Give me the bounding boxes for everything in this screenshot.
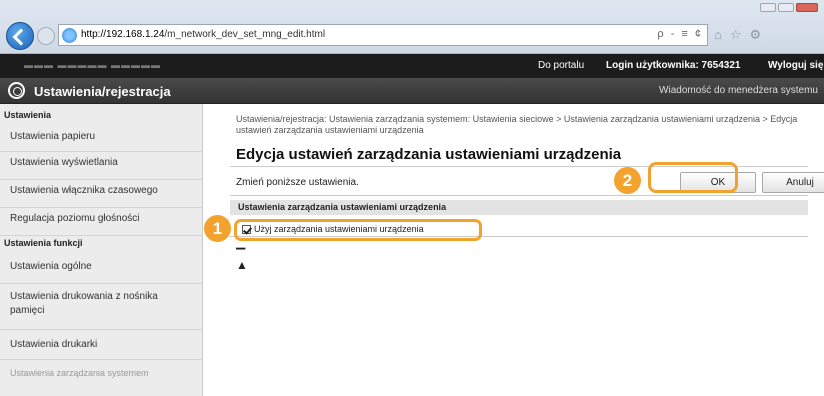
ie-logo-icon [62,28,77,43]
breadcrumb: Ustawienia/rejestracja: Ustawienia zarzą… [236,114,798,135]
sidebar: Ustawienia Ustawienia papieru Ustawienia… [0,104,203,396]
minimize-button[interactable] [760,3,776,12]
sidebar-item-display[interactable]: Ustawienia wyświetlania [0,156,203,180]
top-bar: ▬▬▬ ▬▬▬▬▬ ▬▬▬▬▬ Do portalu Login użytkow… [0,54,824,78]
address-bar[interactable]: http://192.168.1.24/m_network_dev_set_mn… [58,24,708,46]
sidebar-section-functions: Ustawienia funkcji [4,238,83,248]
close-button[interactable] [796,3,818,12]
sidebar-section-system[interactable]: Ustawienia zarządzania systemem [0,366,203,382]
instruction-text: Zmień poniższe ustawienia. [236,177,359,188]
settings-gear-icon[interactable]: ⚙ [750,27,762,43]
url-text: http://192.168.1.24/m_network_dev_set_mn… [81,29,326,40]
home-icon[interactable]: ⌂ [714,27,722,43]
login-user-text: Login użytkownika: 7654321 [606,60,741,71]
sidebar-item-paper[interactable]: Ustawienia papieru [0,130,203,152]
sidebar-item-timer[interactable]: Ustawienia włącznika czasowego [0,184,203,208]
address-tools[interactable]: ρ - ≡ ¢ [657,28,703,40]
ok-highlight-ring [648,162,738,193]
callout-badge-1: 1 [204,215,231,242]
page-section-title: Ustawienia/rejestracja [34,84,171,99]
forward-arrow-icon[interactable] [37,27,55,45]
page-title: Edycja ustawień zarządzania ustawieniami… [236,146,622,163]
callout-badge-2: 2 [614,167,641,194]
sidebar-item-general[interactable]: Ustawienia ogólne [0,260,203,284]
checkbox-label[interactable]: Użyj zarządzania ustawieniami urządzenia [254,224,424,234]
cancel-button[interactable]: Anuluj [762,172,824,193]
maximize-button[interactable] [778,3,794,12]
sidebar-item-volume[interactable]: Regulacja poziomu głośności [0,212,203,236]
use-device-settings-checkbox[interactable] [242,225,251,234]
title-bar: Ustawienia/rejestracja Wiadomość do mene… [0,78,824,104]
section-header: Ustawienia zarządzania ustawieniami urzą… [230,200,808,215]
main-content: Ustawienia/rejestracja: Ustawienia zarzą… [204,104,824,396]
logout-link[interactable]: Wyloguj się [768,60,823,71]
settings-icon [8,82,25,99]
browser-toolbar-icons: ⌂ ☆ ⚙ [714,27,761,43]
back-to-top-icon[interactable]: ▔ ▲ [236,249,248,271]
message-to-admin-link[interactable]: Wiadomość do menedżera systemu [659,85,818,96]
browser-chrome: http://192.168.1.24/m_network_dev_set_mn… [0,0,824,54]
portal-link[interactable]: Do portalu [538,60,584,71]
favorites-star-icon[interactable]: ☆ [730,27,742,43]
window-controls [760,3,818,12]
back-arrow-icon[interactable] [6,22,34,50]
sidebar-section-settings: Ustawienia [4,110,52,120]
device-name-blurred: ▬▬▬ ▬▬▬▬▬ ▬▬▬▬▬ [24,60,162,70]
sidebar-item-memory-print[interactable]: Ustawienia drukowania z nośnika pamięci [0,290,203,330]
sidebar-item-printer[interactable]: Ustawienia drukarki [0,338,203,360]
